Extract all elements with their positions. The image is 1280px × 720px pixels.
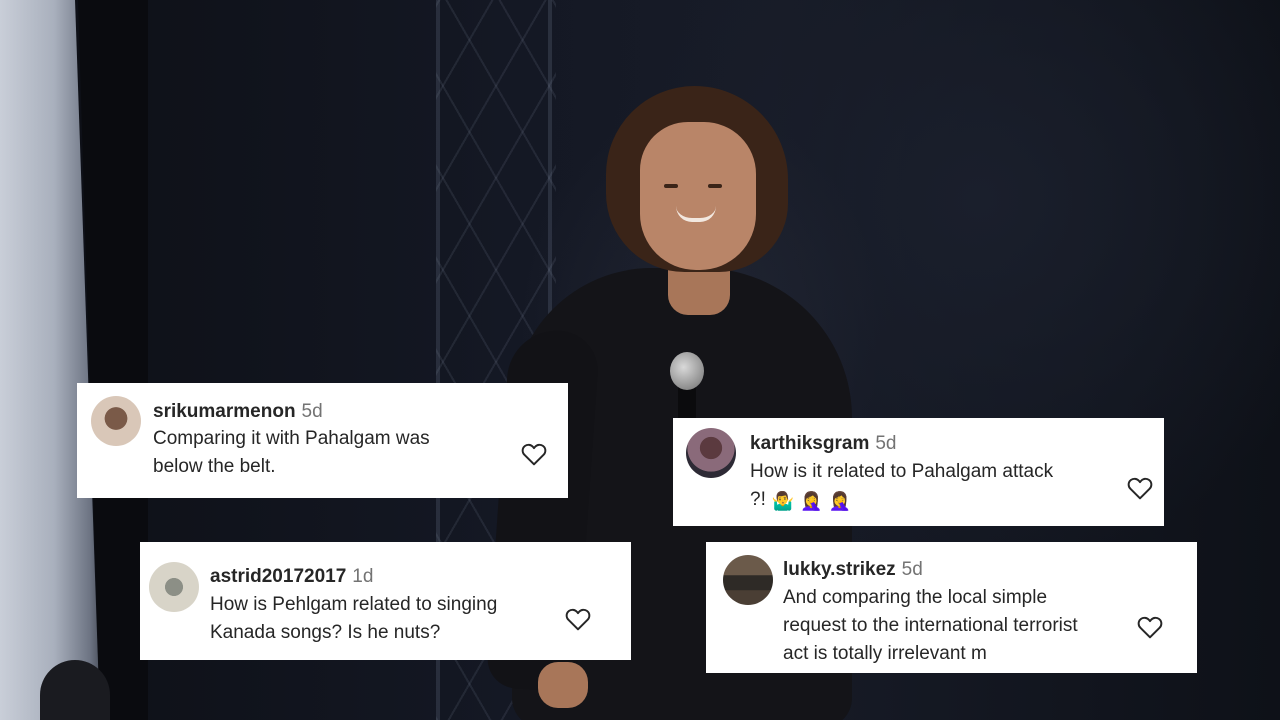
- emoji-facepalm: 🤦‍♀️: [828, 491, 852, 511]
- performer-eye: [664, 184, 678, 188]
- comment-header[interactable]: karthiksgram 5d: [750, 433, 896, 455]
- comment-header[interactable]: srikumarmenon 5d: [153, 401, 323, 423]
- comment-line: below the belt.: [153, 456, 276, 477]
- comment-username[interactable]: astrid20172017: [210, 566, 346, 587]
- comment-timestamp: 1d: [352, 566, 374, 587]
- heart-icon[interactable]: [521, 442, 547, 466]
- comment-line: ?!: [750, 489, 766, 510]
- heart-icon[interactable]: [565, 607, 591, 631]
- performer-hand: [538, 662, 588, 708]
- user-avatar-icon[interactable]: [149, 562, 199, 612]
- comment-line: How is it related to Pahalgam attack: [750, 461, 1054, 482]
- comment-card: lukky.strikez 5d And comparing the local …: [706, 542, 1197, 673]
- comment-username[interactable]: karthiksgram: [750, 433, 869, 454]
- comment-card: srikumarmenon 5d Comparing it with Pahalg…: [77, 383, 568, 498]
- user-avatar-icon[interactable]: [723, 555, 773, 605]
- user-avatar-icon[interactable]: [686, 428, 736, 478]
- comment-timestamp: 5d: [901, 559, 923, 580]
- comment-username[interactable]: srikumarmenon: [153, 401, 296, 422]
- comment-username[interactable]: lukky.strikez: [783, 559, 896, 580]
- emoji-shrug: 🤷‍♂️: [771, 491, 795, 511]
- performer-eye: [708, 184, 722, 188]
- comment-text: Comparing it with Pahalgam was below the…: [153, 425, 430, 481]
- comment-text: How is Pehlgam related to singing Kanada…: [210, 591, 497, 647]
- comment-text: And comparing the local simple request t…: [783, 584, 1078, 668]
- comment-text: How is it related to Pahalgam attack ?! 🤷…: [750, 458, 1053, 515]
- comment-line-with-emoji: ?! 🤷‍♂️ 🤦‍♀️ 🤦‍♀️: [750, 486, 1053, 515]
- heart-icon[interactable]: [1127, 476, 1153, 500]
- comment-line: And comparing the local simple: [783, 587, 1048, 608]
- comment-card: karthiksgram 5d How is it related to Paha…: [673, 418, 1164, 526]
- heart-icon[interactable]: [1137, 615, 1163, 639]
- emoji-facepalm: 🤦‍♀️: [800, 491, 823, 511]
- comment-line: act is totally irrelevant m: [783, 643, 987, 664]
- user-avatar-icon[interactable]: [91, 396, 141, 446]
- comment-line: How is Pehlgam related to singing: [210, 594, 498, 615]
- comment-header[interactable]: lukky.strikez 5d: [783, 559, 923, 581]
- performer-face: [640, 122, 756, 270]
- comment-line: Kanada songs? Is he nuts?: [210, 622, 441, 643]
- comment-line: request to the international terrorist: [783, 615, 1078, 636]
- comment-header[interactable]: astrid20172017 1d: [210, 566, 373, 588]
- comment-card: astrid20172017 1d How is Pehlgam related …: [140, 542, 631, 660]
- comment-timestamp: 5d: [875, 433, 897, 454]
- comment-line: Comparing it with Pahalgam was: [153, 428, 430, 449]
- comment-timestamp: 5d: [301, 401, 323, 422]
- microphone-icon: [670, 352, 704, 390]
